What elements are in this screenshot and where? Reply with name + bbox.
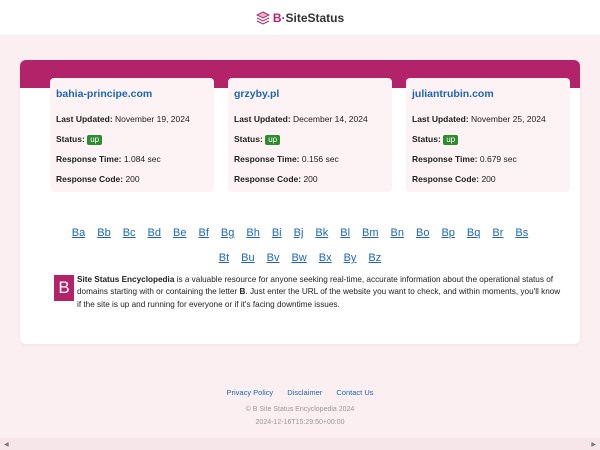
letter-link[interactable]: Bo [416, 226, 429, 240]
letter-link[interactable]: Bx [319, 251, 332, 265]
disclaimer-link[interactable]: Disclaimer [287, 388, 322, 397]
site-card: grzyby.pl Last Updated: December 14, 202… [228, 78, 392, 192]
site-header: B·SiteStatus [0, 0, 600, 36]
letter-link[interactable]: Be [173, 226, 186, 240]
layered-box-icon [255, 10, 270, 25]
timestamp: 2024-12-16T15:29:50+00:00 [255, 419, 345, 426]
last-updated-row: Last Updated: November 25, 2024 [412, 114, 546, 124]
letter-link[interactable]: Br [492, 226, 503, 240]
response-time-row: Response Time: 1.084 sec [56, 154, 161, 164]
privacy-policy-link[interactable]: Privacy Policy [227, 388, 274, 397]
horizontal-scrollbar[interactable] [0, 438, 600, 450]
contact-us-link[interactable]: Contact Us [336, 388, 373, 397]
last-updated-row: Last Updated: December 14, 2024 [234, 114, 368, 124]
letter-link[interactable]: Bk [315, 226, 328, 240]
copyright: © B Site Status Encyclopedia 2024 [245, 406, 355, 413]
description: B Site Status Encyclopedia is a valuable… [54, 274, 564, 311]
letter-link[interactable]: Bh [246, 226, 259, 240]
scroll-left-icon[interactable]: ◀ [4, 441, 9, 448]
letter-link[interactable]: Bq [467, 226, 480, 240]
letter-nav-row: Bt Bu Bv Bw Bx By Bz [20, 248, 580, 266]
footer-links: Privacy Policy Disclaimer Contact Us [0, 388, 600, 397]
letter-link[interactable]: Bs [515, 226, 528, 240]
site-link[interactable]: juliantrubin.com [412, 88, 564, 100]
letter-link[interactable]: Bn [391, 226, 404, 240]
letter-link[interactable]: Bj [294, 226, 304, 240]
letter-link[interactable]: Bg [221, 226, 234, 240]
letter-link[interactable]: Bb [97, 226, 110, 240]
letter-link[interactable]: Bu [241, 251, 254, 265]
last-updated-row: Last Updated: November 19, 2024 [56, 114, 190, 124]
letter-link[interactable]: Bd [148, 226, 161, 240]
response-time-row: Response Time: 0.156 sec [234, 154, 339, 164]
site-link[interactable]: bahia-principe.com [56, 88, 208, 100]
scroll-right-icon[interactable]: ▶ [591, 441, 596, 448]
status-row: Status: up [56, 134, 208, 145]
letter-link[interactable]: Bt [219, 251, 229, 265]
letter-link[interactable]: Bl [340, 226, 350, 240]
status-row: Status: up [234, 134, 386, 145]
letter-link[interactable]: Ba [72, 226, 85, 240]
letter-link[interactable]: Bv [267, 251, 280, 265]
letter-link[interactable]: Bm [362, 226, 379, 240]
status-badge: up [87, 135, 103, 145]
logo[interactable]: B·SiteStatus [255, 10, 345, 25]
letter-nav-row: Ba Bb Bc Bd Be Bf Bg Bh Bi Bj Bk Bl Bm Bn Bo Bp Bq Br Bs [20, 223, 580, 241]
response-code-row: Response Code: 200 [56, 174, 140, 184]
letter-link[interactable]: Bp [441, 226, 454, 240]
main-panel: bahia-principe.com Last Updated: Novembe… [20, 60, 580, 344]
dropcap: B [54, 275, 74, 301]
site-card: juliantrubin.com Last Updated: November … [406, 78, 570, 192]
status-badge: up [265, 135, 281, 145]
response-code-row: Response Code: 200 [412, 174, 496, 184]
status-row: Status: up [412, 134, 564, 145]
response-time-row: Response Time: 0.679 sec [412, 154, 517, 164]
site-card: bahia-principe.com Last Updated: Novembe… [50, 78, 214, 192]
letter-link[interactable]: Bi [272, 226, 282, 240]
letter-link[interactable]: By [344, 251, 357, 265]
status-badge: up [443, 135, 459, 145]
letter-link[interactable]: Bf [198, 226, 208, 240]
response-code-row: Response Code: 200 [234, 174, 318, 184]
letter-link[interactable]: Bz [368, 251, 381, 265]
letter-link[interactable]: Bc [123, 226, 136, 240]
logo-text: B·SiteStatus [272, 10, 345, 25]
letter-link[interactable]: Bw [291, 251, 306, 265]
site-link[interactable]: grzyby.pl [234, 88, 386, 100]
description-title: Site Status Encyclopedia [77, 275, 175, 284]
